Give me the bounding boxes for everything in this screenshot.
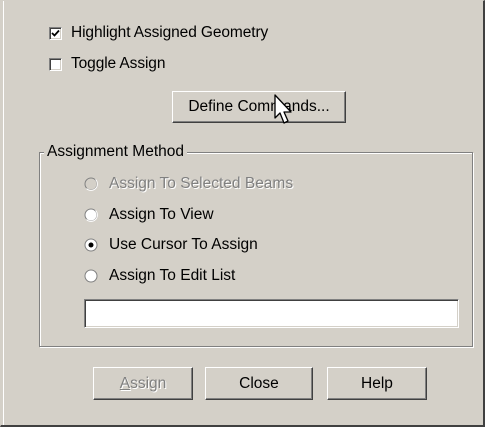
radio-assign-to-edit-list[interactable]: Assign To Edit List <box>84 265 235 287</box>
toggle-assign-checkbox[interactable]: Toggle Assign <box>49 53 165 75</box>
close-label: Close <box>239 374 279 392</box>
radio-assign-to-view[interactable]: Assign To View <box>84 204 214 226</box>
radio-assign-to-selected-beams[interactable]: Assign To Selected Beams <box>84 173 293 195</box>
radio-label: Assign To Edit List <box>109 267 236 284</box>
help-button[interactable]: Help <box>327 367 427 400</box>
radio-circle-icon <box>84 177 98 191</box>
radio-dot-icon <box>84 238 98 252</box>
toggle-assign-label: Toggle Assign <box>71 55 166 72</box>
dialog-panel: Highlight Assigned Geometry Toggle Assig… <box>0 0 485 427</box>
radio-use-cursor-to-assign[interactable]: Use Cursor To Assign <box>84 234 258 256</box>
radio-button[interactable] <box>84 238 98 252</box>
edit-list-input[interactable] <box>84 299 459 328</box>
assign-button[interactable]: Assign <box>93 367 193 400</box>
assign-label: Assign <box>119 374 167 392</box>
checkbox-box[interactable] <box>49 26 62 40</box>
checkmark-icon <box>51 29 60 37</box>
radio-button[interactable] <box>84 269 98 283</box>
close-button[interactable]: Close <box>205 367 313 400</box>
assignment-method-title: Assignment Method <box>44 142 187 162</box>
radio-circle-icon <box>84 208 98 222</box>
radio-label: Use Cursor To Assign <box>109 236 258 253</box>
assignment-method-group: Assignment Method Assign To Selected Bea… <box>39 142 473 347</box>
help-label: Help <box>361 374 393 392</box>
define-commands-button[interactable]: Define Commands... <box>172 91 346 123</box>
radio-label: Assign To Selected Beams <box>109 175 294 192</box>
radio-button[interactable] <box>84 208 98 222</box>
highlight-assigned-geometry-label: Highlight Assigned Geometry <box>71 24 269 41</box>
highlight-assigned-geometry-checkbox[interactable]: Highlight Assigned Geometry <box>49 22 268 44</box>
radio-circle-icon <box>84 269 98 283</box>
checkbox-box[interactable] <box>49 57 62 71</box>
radio-label: Assign To View <box>109 206 214 223</box>
radio-button[interactable] <box>84 177 98 191</box>
define-commands-label: Define Commands... <box>188 98 330 115</box>
